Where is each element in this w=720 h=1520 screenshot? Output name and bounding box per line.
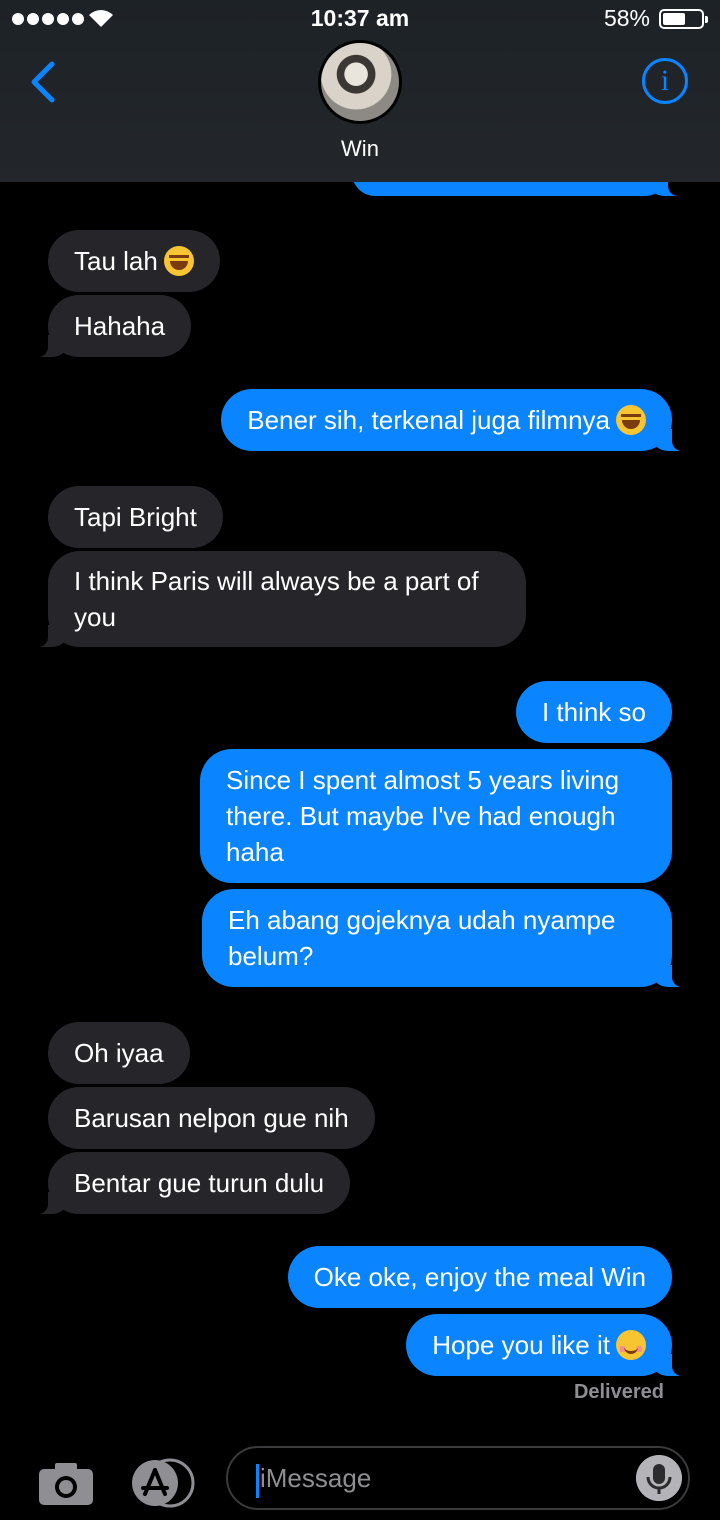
message-bubble-incoming[interactable]: I think Paris will always be a part of y… [28,551,526,647]
smiling-emoji-icon [616,1330,646,1360]
message-text: I think so [541,697,646,727]
message-text: I think Paris will always be a part of y… [74,566,479,632]
message-bubble-incoming[interactable]: Bentar gue turun dulu [27,1152,351,1214]
message-text: Eh abang gojeknya udah nyampe belum? [228,905,616,971]
laughing-emoji-icon [163,246,194,276]
message-text: Oh iyaa [74,1038,164,1068]
message-bubble-incoming[interactable]: Hahaha [27,295,192,357]
message-text: Bener sih, terkenal juga filmnya [247,405,610,435]
message-bubble-outgoing[interactable]: Eh abang gojeknya udah nyampe belum? [202,889,692,987]
message-bubble-incoming[interactable]: Oh iyaa [48,1022,190,1084]
message-bubble-outgoing[interactable]: Hope you like it [406,1314,692,1376]
message-text: Since I spent almost 5 years living ther… [226,765,620,867]
back-chevron-icon[interactable] [26,58,66,106]
message-text: Hope you like it [432,1330,610,1360]
message-text: Oke oke, enjoy the meal Win [313,1262,646,1292]
message-bubble-outgoing[interactable]: Bener sih, terkenal juga filmnya [221,389,692,451]
camera-icon[interactable] [38,1460,94,1506]
message-input[interactable]: iMessage [226,1446,690,1510]
text-cursor [256,1464,259,1498]
battery-icon [659,9,708,29]
message-text: Bentar gue turun dulu [74,1168,325,1198]
laughing-emoji-icon [616,405,646,435]
microphone-icon[interactable] [636,1455,682,1501]
message-bubble-outgoing[interactable]: Since I spent almost 5 years living ther… [200,749,672,883]
message-bubble-incoming[interactable]: Tau lah [48,230,220,292]
status-bar: 10:37 am 58% [0,0,720,38]
message-bubble-outgoing[interactable]: Oke oke, enjoy the meal Win [287,1246,672,1308]
battery-percentage: 58% [603,5,650,31]
message-text: Tau lah [74,246,158,276]
message-text: Tapi Bright [74,502,197,532]
message-thread: Tau lah Hahaha Bener sih, terkenal juga … [0,0,720,1440]
composer-bar: iMessage [0,1430,720,1520]
contact-name[interactable]: Win [0,136,720,162]
contact-avatar[interactable] [318,40,402,124]
message-bubble-incoming[interactable]: Tapi Bright [48,486,223,548]
info-icon[interactable]: i [642,58,688,104]
message-bubble-outgoing[interactable]: I think so [515,681,672,743]
app-store-icon[interactable] [130,1458,196,1508]
conversation-header: 10:37 am 58% Win i [0,0,720,182]
delivered-status: Delivered [573,1381,664,1403]
message-bubble-incoming[interactable]: Barusan nelpon gue nih [48,1087,375,1149]
message-text: Hahaha [74,311,166,341]
message-placeholder: iMessage [260,1463,372,1493]
message-text: Barusan nelpon gue nih [74,1103,349,1133]
